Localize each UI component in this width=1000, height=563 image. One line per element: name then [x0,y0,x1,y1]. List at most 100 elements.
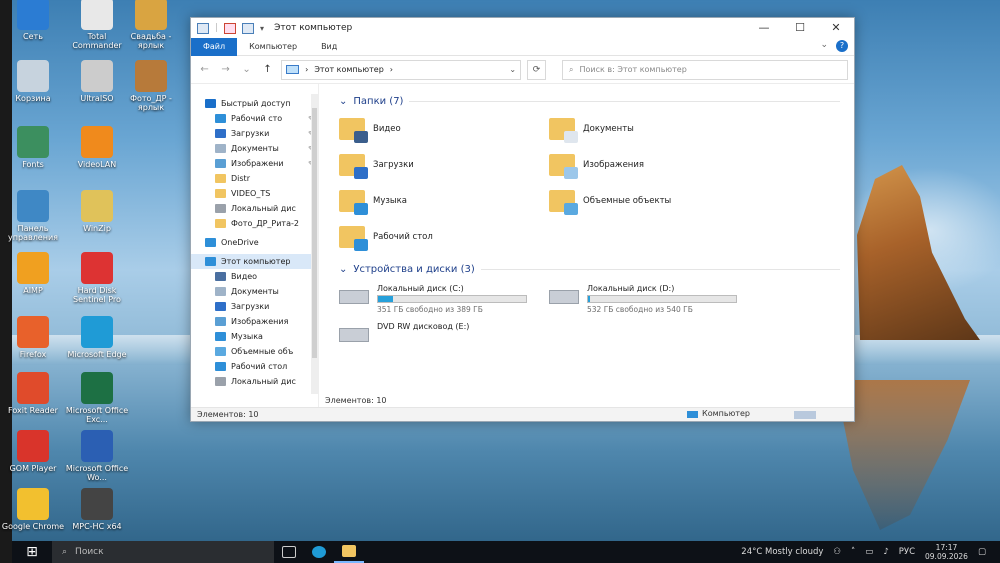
clock[interactable]: 17:17 09.09.2026 [925,543,968,561]
desktop-shortcut[interactable]: GOM Player [0,430,66,473]
desktop-shortcut[interactable]: Google Chrome [0,488,66,531]
desktop-shortcut[interactable]: VideoLAN [64,126,130,169]
desktop-shortcut[interactable]: AIMP [0,252,66,295]
file-explorer-taskbar-icon[interactable] [334,541,364,563]
nav-item[interactable]: Локальный дис [191,374,318,389]
computer-icon [205,257,216,266]
drives-group-header[interactable]: ⌄ Устройства и диски (3) [339,260,854,278]
title-bar[interactable]: | ▾ Этот компьютер — ☐ ✕ [191,18,854,38]
nav-item[interactable]: Этот компьютер [191,254,318,269]
desktop-shortcut[interactable]: WinZip [64,190,130,233]
computer-icon[interactable] [197,22,209,34]
nav-item[interactable]: Изображения [191,314,318,329]
nav-item[interactable]: OneDrive [191,235,318,250]
nav-item[interactable]: Видео [191,269,318,284]
nav-scrollbar[interactable] [311,94,318,394]
nav-item[interactable]: Рабочий стол [191,359,318,374]
nav-item[interactable]: Рабочий сто✎ [191,111,318,126]
maximize-button[interactable]: ☐ [782,18,818,38]
folder-item[interactable]: Музыка [339,186,549,216]
drive-item[interactable]: DVD RW дисковод (E:) [339,322,539,352]
folder-item[interactable]: Документы [549,114,759,144]
tab-view[interactable]: Вид [309,38,349,56]
nav-item[interactable]: Загрузки [191,299,318,314]
up-arrow-icon[interactable]: ↑ [260,64,275,75]
search-input[interactable]: ⌕ Поиск в: Этот компьютер [562,59,849,80]
task-view-icon[interactable] [274,541,304,563]
nav-item[interactable]: Объемные объ [191,344,318,359]
desktop-shortcut[interactable]: Microsoft Office Wo... [64,430,130,482]
desktop-shortcut[interactable]: Hard Disk Sentinel Pro [64,252,130,304]
desktop-shortcut[interactable]: Свадьба - ярлык [118,0,184,50]
minimize-button[interactable]: — [746,18,782,38]
collapse-chevron-icon[interactable]: ⌄ [339,264,347,275]
drive-item[interactable]: Локальный диск (D:) 532 ГБ свободно из 54… [549,284,749,314]
desktop-shortcut[interactable]: Firefox [0,316,66,359]
search-placeholder: Поиск в: Этот компьютер [579,65,687,74]
nav-item[interactable]: Музыка [191,329,318,344]
nav-item-label: Изображени [231,159,284,168]
language-indicator[interactable]: РУС [899,547,915,557]
nav-item[interactable]: VIDEO_TS [191,186,318,201]
address-input[interactable]: › Этот компьютер › ⌄ [281,59,522,80]
desktop-shortcut[interactable]: Foxit Reader [0,372,66,415]
folders-group-header[interactable]: ⌄ Папки (7) [339,92,854,110]
help-icon[interactable]: ? [836,40,848,52]
collapse-chevron-icon[interactable]: ⌄ [339,96,347,107]
properties-icon[interactable] [224,22,237,34]
nav-item[interactable]: Изображени✎ [191,156,318,171]
close-button[interactable]: ✕ [818,18,854,38]
people-icon[interactable]: ⚇ [833,547,841,557]
recent-locations-icon[interactable]: ⌄ [239,64,254,75]
refresh-button[interactable]: ⟳ [527,59,547,80]
desktop-shortcut[interactable]: Корзина [0,60,66,103]
folder-item[interactable]: Изображения [549,150,759,180]
divider [409,100,840,102]
navigation-pane[interactable]: Быстрый доступРабочий сто✎Загрузки✎Докум… [191,84,319,421]
folder-item[interactable]: Объемные объекты [549,186,759,216]
address-dropdown-icon[interactable]: ⌄ [509,65,516,74]
nav-item[interactable]: Фото_ДР_Рита-2 [191,216,318,231]
folder-item[interactable]: Рабочий стол [339,222,549,252]
desktop-shortcut[interactable]: Microsoft Office Exc... [64,372,130,424]
tab-file[interactable]: Файл [191,37,238,56]
taskbar-search-input[interactable]: ⌕ Поиск [52,541,274,563]
expand-ribbon-icon[interactable]: ⌄ [820,40,828,52]
nav-item[interactable]: Документы [191,284,318,299]
weather-text[interactable]: 24°C Mostly cloudy [741,547,823,557]
view-toggle-icon[interactable] [794,411,816,419]
desktop-shortcut-label: AIMP [23,286,43,295]
volume-icon[interactable]: ♪ [883,547,888,557]
nav-item-label: Музыка [231,332,263,341]
explorer-window[interactable]: | ▾ Этот компьютер — ☐ ✕ Файл Компьютер … [190,17,855,422]
desktop-icon [215,362,226,371]
customize-toolbar-icon[interactable]: ▾ [260,24,264,33]
nav-item[interactable]: Distr [191,171,318,186]
desktop-shortcut-label: GOM Player [9,464,57,473]
folder-item[interactable]: Видео [339,114,549,144]
edge-taskbar-icon[interactable] [304,541,334,563]
drive-item[interactable]: Локальный диск (C:) 351 ГБ свободно из 38… [339,284,539,314]
desktop-shortcut[interactable]: Фото_ДР - ярлык [118,60,184,112]
notifications-icon[interactable]: ▢ [978,547,986,557]
nav-item[interactable]: Документы✎ [191,141,318,156]
new-folder-icon[interactable] [242,22,255,34]
chevron-up-icon[interactable]: ˄ [851,547,855,557]
forward-arrow-icon[interactable]: → [218,64,233,75]
drives-header-label: Устройства и диски (3) [353,263,475,275]
desktop-shortcut[interactable]: Сеть [0,0,66,41]
nav-item[interactable]: Быстрый доступ [191,96,318,111]
desktop-shortcut[interactable]: Microsoft Edge [64,316,130,359]
desktop-shortcut[interactable]: Fonts [0,126,66,169]
app-icon [81,190,113,222]
windows-start-icon[interactable]: ⊞ [12,544,52,560]
folder-item[interactable]: Загрузки [339,150,549,180]
desktop-shortcut[interactable]: Панель управления [0,190,66,242]
nav-item[interactable]: Загрузки✎ [191,126,318,141]
nav-item[interactable]: Локальный дис [191,201,318,216]
back-arrow-icon[interactable]: ← [197,64,212,75]
tab-computer[interactable]: Компьютер [237,38,309,56]
desktop-shortcut[interactable]: MPC-HC x64 [64,488,130,531]
network-icon[interactable]: ▭ [865,547,873,557]
nav-scrollbar-thumb[interactable] [312,108,317,358]
